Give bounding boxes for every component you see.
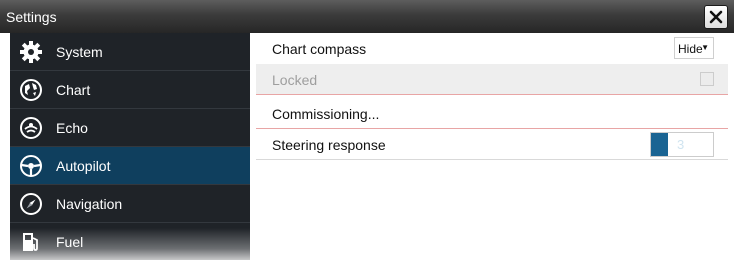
select-value: Hide bbox=[678, 42, 703, 56]
sidebar-item-echo[interactable]: Echo bbox=[10, 109, 250, 147]
close-icon bbox=[709, 10, 723, 24]
sidebar-item-chart[interactable]: Chart bbox=[10, 71, 250, 109]
compass-icon bbox=[20, 193, 42, 215]
setting-label: Chart compass bbox=[272, 41, 367, 57]
setting-row-chart-compass[interactable]: Chart compass Hide ▼ bbox=[256, 33, 728, 64]
settings-sidebar: System Chart Echo Autopilot Navigation F… bbox=[0, 33, 250, 260]
sidebar-item-label: Chart bbox=[56, 82, 91, 98]
sidebar-item-autopilot[interactable]: Autopilot bbox=[10, 147, 250, 185]
title-bar: Settings bbox=[0, 0, 734, 33]
setting-label: Commissioning... bbox=[272, 106, 380, 122]
settings-dialog: Settings System Chart Echo Autopilot Nav… bbox=[0, 0, 734, 260]
slider-fill bbox=[651, 133, 668, 156]
steering-wheel-icon bbox=[20, 155, 42, 177]
sidebar-item-label: Navigation bbox=[56, 196, 123, 212]
setting-label: Steering response bbox=[272, 137, 386, 153]
settings-content: Chart compass Hide ▼ Locked Commissionin… bbox=[256, 33, 728, 260]
fuel-pump-icon bbox=[23, 233, 38, 251]
chevron-down-icon: ▼ bbox=[701, 43, 709, 52]
setting-row-commissioning[interactable]: Commissioning... bbox=[256, 98, 728, 129]
sidebar-item-navigation[interactable]: Navigation bbox=[10, 185, 250, 223]
setting-label: Locked bbox=[272, 72, 318, 88]
setting-row-locked: Locked bbox=[256, 64, 728, 95]
sidebar-accent-strip bbox=[0, 33, 10, 260]
echo-sonar-icon bbox=[20, 117, 42, 139]
sidebar-item-fuel[interactable]: Fuel bbox=[10, 223, 250, 260]
slider-value: 3 bbox=[677, 137, 685, 152]
sidebar-item-label: System bbox=[56, 44, 103, 60]
sidebar-item-label: Autopilot bbox=[56, 158, 111, 174]
steering-response-slider[interactable]: 3 bbox=[650, 132, 714, 157]
sidebar-item-system[interactable]: System bbox=[10, 33, 250, 71]
sidebar-item-label: Echo bbox=[56, 120, 88, 136]
chart-compass-select[interactable]: Hide ▼ bbox=[674, 37, 714, 59]
locked-checkbox bbox=[700, 72, 714, 86]
chart-globe-icon bbox=[20, 79, 42, 101]
sidebar-item-label: Fuel bbox=[56, 234, 84, 250]
window-title: Settings bbox=[6, 9, 57, 25]
close-button[interactable] bbox=[705, 6, 727, 28]
gear-icon bbox=[20, 41, 42, 63]
setting-row-steering-response[interactable]: Steering response 3 bbox=[256, 129, 728, 160]
